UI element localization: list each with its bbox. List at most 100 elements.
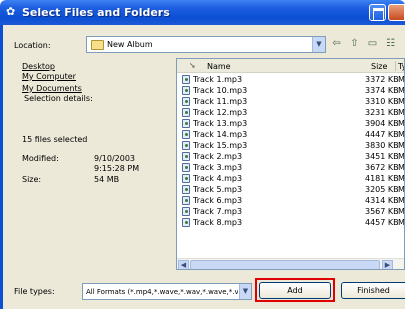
mp3-file-icon — [182, 130, 190, 139]
file-name: Track 7.mp3 — [193, 207, 243, 216]
file-type: MI — [398, 108, 405, 117]
column-header-name[interactable]: Name — [207, 62, 231, 71]
file-row[interactable]: Track 8.mp3 4457 KBMI — [177, 217, 405, 228]
column-separator[interactable] — [395, 61, 396, 71]
file-type: MI — [398, 152, 405, 161]
file-row[interactable]: Track 14.mp3 4447 KBMI — [177, 129, 405, 140]
sort-icon[interactable]: ➘ — [189, 61, 196, 70]
file-name: Track 3.mp3 — [193, 163, 243, 172]
file-types-label: File types: — [14, 287, 55, 296]
size-value: 54 MB — [94, 175, 120, 184]
scroll-left-icon[interactable]: ◀ — [178, 260, 189, 269]
file-type: MI — [398, 185, 405, 194]
file-type: MI — [398, 119, 405, 128]
file-type: MI — [398, 163, 405, 172]
view-menu-icon[interactable]: ☷ — [384, 38, 397, 50]
file-row[interactable]: Track 13.mp3 3904 KBMI — [177, 118, 405, 129]
file-size: 3205 KB — [365, 185, 399, 194]
close-button[interactable] — [388, 4, 405, 21]
new-folder-icon[interactable]: ▭ — [366, 38, 379, 50]
file-type: MI — [398, 130, 405, 139]
file-list[interactable]: ➘ Name Size Ty Track 1.mp33372 KBMITrack… — [176, 58, 405, 270]
file-type: MI — [398, 218, 405, 227]
file-row[interactable]: Track 4.mp3 4181 KBMI — [177, 173, 404, 184]
list-header: ➘ Name Size Ty — [177, 59, 404, 73]
mp3-file-icon — [182, 152, 190, 161]
file-size: 4181 KB — [365, 174, 399, 183]
chevron-down-icon[interactable]: ▼ — [239, 284, 251, 299]
file-name: Track 14.mp3 — [193, 130, 248, 139]
file-type: MI — [398, 196, 405, 205]
maximize-button[interactable] — [369, 4, 386, 21]
mp3-file-icon — [182, 75, 190, 84]
file-type: MI — [398, 97, 405, 106]
modified-time: 9:15:28 PM — [94, 164, 140, 173]
file-row[interactable]: Track 1.mp3 3372 KBMI — [177, 74, 405, 85]
file-type: MI — [398, 141, 405, 150]
file-size: 3310 KB — [365, 97, 399, 106]
file-size: 3672 KB — [365, 163, 399, 172]
mp3-file-icon — [182, 163, 190, 172]
back-icon[interactable]: ⇦ — [330, 38, 343, 50]
desktop-link[interactable]: Desktop — [22, 62, 55, 71]
location-dropdown[interactable]: New Album ▼ — [86, 36, 326, 53]
file-type: MI — [398, 75, 405, 84]
scroll-right-icon[interactable]: ▶ — [382, 260, 393, 269]
file-size: 3231 KB — [365, 108, 399, 117]
file-name: Track 13.mp3 — [193, 119, 248, 128]
file-row[interactable]: Track 2.mp3 3451 KBMI — [177, 151, 405, 162]
window-title: Select Files and Folders — [22, 6, 170, 19]
up-folder-icon[interactable]: ⇧ — [348, 38, 361, 50]
my-computer-link[interactable]: My Computer — [22, 72, 76, 81]
file-type: MI — [398, 207, 405, 216]
file-name: Track 4.mp3 — [193, 174, 243, 183]
column-header-size[interactable]: Size — [371, 62, 387, 71]
mp3-file-icon — [182, 97, 190, 106]
file-types-value: All Formats (*.mp4,*.wave,*.wav,*.wave,*… — [86, 288, 238, 296]
add-button[interactable]: Add — [259, 282, 331, 299]
file-row[interactable]: Track 6.mp3 4314 KBMI — [177, 195, 405, 206]
file-name: Track 5.mp3 — [193, 185, 243, 194]
file-row[interactable]: Track 3.mp3 3672 KBMI — [177, 162, 405, 173]
file-name: Track 15.mp3 — [193, 141, 248, 150]
file-type: MI — [398, 86, 405, 95]
file-name: Track 11.mp3 — [193, 97, 248, 106]
mp3-file-icon — [182, 207, 190, 216]
app-icon: ✿ — [6, 5, 16, 18]
file-types-dropdown[interactable]: All Formats (*.mp4,*.wave,*.wav,*.wave,*… — [82, 283, 252, 300]
file-row[interactable]: Track 11.mp3 3310 KBMI — [177, 96, 405, 107]
file-row[interactable]: Track 7.mp3 3567 KBMI — [177, 206, 405, 217]
mp3-file-icon — [182, 185, 190, 194]
file-row[interactable]: Track 12.mp3 3231 KBMI — [177, 107, 405, 118]
file-size: 3374 KB — [365, 86, 399, 95]
file-size: 3830 KB — [365, 141, 399, 150]
column-header-type[interactable]: Ty — [398, 62, 404, 71]
file-size: 4447 KB — [365, 130, 399, 139]
mp3-file-icon — [182, 141, 190, 150]
file-name: Track 6.mp3 — [193, 196, 243, 205]
mp3-file-icon — [182, 108, 190, 117]
file-size: 3451 KB — [365, 152, 399, 161]
file-size: 4314 KB — [365, 196, 399, 205]
file-size: 3372 KB — [365, 75, 399, 84]
selection-details-label: Selection details: — [24, 94, 93, 103]
chevron-down-icon[interactable]: ▼ — [312, 37, 325, 52]
file-size: 4457 KB — [365, 218, 399, 227]
size-label: Size: — [22, 175, 42, 184]
scroll-thumb[interactable] — [190, 260, 380, 269]
finished-button[interactable]: Finished — [341, 282, 405, 299]
file-name: Track 10.mp3 — [193, 86, 248, 95]
file-row[interactable]: Track 10.mp3 3374 KBMI — [177, 85, 405, 96]
mp3-file-icon — [182, 196, 190, 205]
file-name: Track 12.mp3 — [193, 108, 248, 117]
horizontal-scrollbar[interactable]: ◀ ▶ — [177, 258, 404, 269]
modified-label: Modified: — [22, 154, 59, 163]
folder-icon — [91, 40, 104, 50]
file-name: Track 8.mp3 — [193, 218, 243, 227]
mp3-file-icon — [182, 119, 190, 128]
title-bar[interactable]: ✿ Select Files and Folders — [0, 0, 405, 25]
my-documents-link[interactable]: My Documents — [22, 84, 82, 93]
file-row[interactable]: Track 15.mp3 3830 KBMI — [177, 140, 405, 151]
location-value: New Album — [107, 40, 153, 49]
file-row[interactable]: Track 5.mp3 3205 KBMI — [177, 184, 405, 195]
